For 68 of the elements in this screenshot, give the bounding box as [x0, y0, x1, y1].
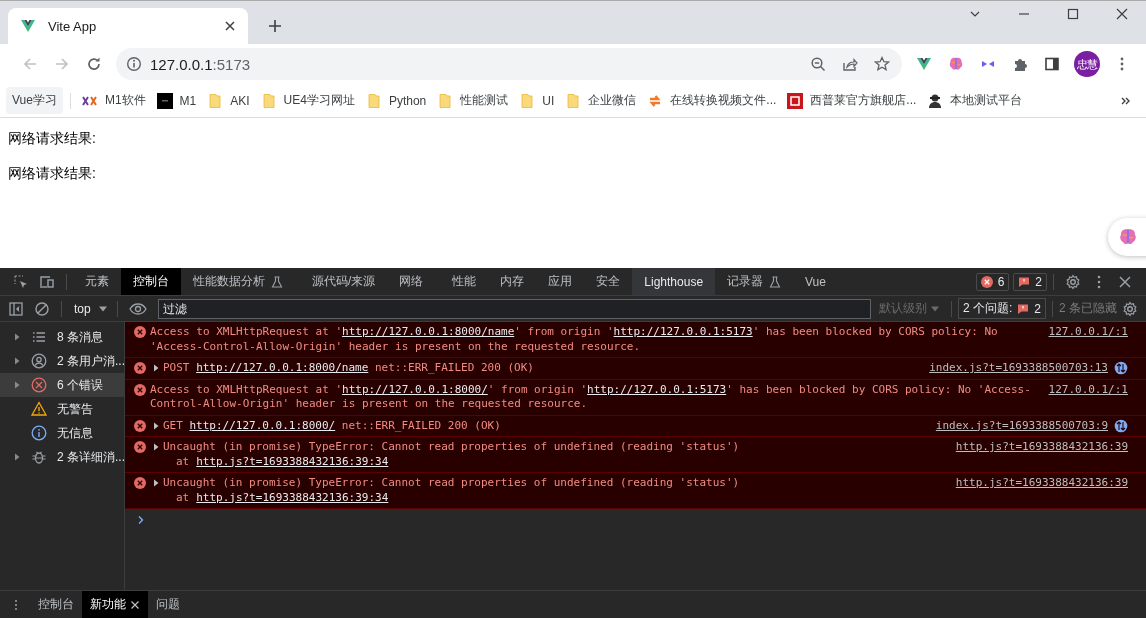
devtools-tab[interactable]: Lighthouse — [632, 268, 716, 295]
bookmark-item[interactable]: 性能测试 — [433, 89, 513, 112]
drawer-tab[interactable]: 新功能 — [82, 591, 148, 618]
sidebar-item[interactable]: 2 条详细消... — [0, 445, 124, 469]
url-link[interactable]: http://127.0.0.1:5173 — [613, 325, 753, 338]
error-text: Uncaught (in promise) TypeError: Cannot read properties of undefined (reading 'status') — [163, 476, 740, 491]
sidebar-item[interactable]: 无信息 — [0, 421, 124, 445]
devtools-tab[interactable]: 记录器 — [715, 268, 794, 295]
devtools-tab[interactable]: 内存 — [488, 268, 537, 295]
devtools-tab[interactable]: 性能 — [440, 268, 489, 295]
drawer-tab[interactable]: 问题 — [148, 591, 188, 618]
stack-prefix: at — [176, 490, 190, 504]
bookmark-item[interactable]: M1软件 — [77, 89, 150, 112]
devtools-tab[interactable]: 控制台 — [121, 268, 181, 295]
devtools-tab[interactable]: 应用 — [536, 268, 585, 295]
result-label: 网络请求结果: — [8, 165, 97, 183]
bookmark-item[interactable]: 本地测试平台 — [923, 89, 1027, 112]
profile-avatar[interactable]: 忠慧 — [1074, 51, 1100, 77]
devtools-tab[interactable]: 元素 — [73, 268, 121, 295]
devtools-tab[interactable]: 性能数据分析 — [181, 268, 300, 295]
source-link[interactable]: index.js?t=1693388500703:9 — [935, 418, 1108, 433]
sidebar-item[interactable]: 8 条消息 — [0, 325, 124, 349]
bookmark-item[interactable]: 在线转换视频文件... — [643, 89, 781, 112]
result-label: 网络请求结果: — [8, 130, 97, 148]
error-text: GET http://127.0.0.1:8000/ net::ERR_FAILED 200 (OK) — [163, 418, 501, 433]
context-dropdown[interactable]: top — [68, 301, 111, 316]
url-text: 127.0.0.1:5173 — [150, 55, 251, 73]
url-link[interactable]: http://127.0.0.1:8000/name — [342, 325, 515, 338]
bookmark-item[interactable]: UE4学习网址 — [256, 89, 359, 112]
error-text: POST http://127.0.0.1:8000/name net::ERR_FAILED 200 (OK) — [163, 361, 534, 376]
issues-button[interactable]: 2 个问题: 2 — [957, 298, 1046, 319]
bookmark-item[interactable]: Python — [361, 89, 431, 112]
stack-link[interactable]: http.js?t=1693388432136:39:34 — [196, 454, 389, 468]
url-link[interactable]: http://127.0.0.1:8000/name — [196, 361, 369, 374]
url-link[interactable]: http://127.0.0.1:8000/ — [342, 382, 488, 396]
sidebar-item[interactable]: 2 条用户消... — [0, 349, 124, 373]
url-link[interactable]: http://127.0.0.1:8000/ — [189, 418, 336, 432]
url-link[interactable]: http://127.0.0.1:5173 — [587, 382, 727, 396]
sidebar-item[interactable]: 无警告 — [0, 397, 124, 421]
filter-field[interactable]: 过滤 — [157, 298, 871, 319]
tab-title: Vite App — [48, 18, 98, 34]
drawer-tab[interactable]: 控制台 — [30, 591, 82, 618]
bookmark-item[interactable]: UI — [515, 89, 559, 112]
stack-prefix: at — [176, 454, 190, 468]
source-link[interactable]: 127.0.0.1/:1 — [1048, 382, 1128, 397]
error-counter[interactable]: 6 — [975, 272, 1010, 291]
browser-tab[interactable]: Vite App — [8, 8, 248, 44]
sidebar-item[interactable]: 6 个错误 — [0, 373, 124, 397]
bookmark-item[interactable]: M1 — [152, 89, 201, 112]
devtools-tab[interactable]: 安全 — [584, 268, 633, 295]
source-link[interactable]: http.js?t=1693388432136:39 — [955, 440, 1128, 455]
source-link[interactable]: index.js?t=1693388500703:13 — [929, 361, 1108, 376]
devtools-tab[interactable]: Vue — [793, 268, 838, 295]
issue-counter[interactable]: 2 — [1013, 272, 1047, 291]
bookmark-item[interactable]: 西普莱官方旗舰店... — [783, 89, 921, 112]
address-bar[interactable]: 127.0.0.1:5173 — [116, 48, 903, 80]
bookmark-chip[interactable]: Vue学习 — [6, 87, 63, 114]
source-link[interactable]: http.js?t=1693388432136:39 — [955, 476, 1128, 491]
devtools-tab[interactable]: 源代码/来源 — [300, 268, 388, 295]
bookmark-item[interactable]: 企业微信 — [561, 89, 641, 112]
source-link[interactable]: 127.0.0.1/:1 — [1048, 325, 1128, 340]
error-text: Access to XMLHttpRequest at 'http://127.0.0.1:8000/' from origin 'http://127.0.0.1:5173' has been blocked by CORS policy: No 'Access-Control-Allow-Origin' header is present on the requested resource. — [150, 382, 1032, 412]
devtools-tab[interactable]: 网络 — [387, 268, 441, 295]
stack-link[interactable]: http.js?t=1693388432136:39:34 — [196, 490, 389, 504]
error-text: Access to XMLHttpRequest at 'http://127.0.0.1:8000/name' from origin 'http://127.0.0.1:5173' has been blocked by CORS policy: No 'Access-Control-Allow-Origin' header is present on the requested resource. — [150, 325, 999, 354]
bookmark-item[interactable]: AKI — [203, 89, 254, 112]
hidden-count: 2 条已隐藏 — [1059, 300, 1117, 317]
error-text: Uncaught (in promise) TypeError: Cannot read properties of undefined (reading 'status') — [163, 440, 740, 455]
